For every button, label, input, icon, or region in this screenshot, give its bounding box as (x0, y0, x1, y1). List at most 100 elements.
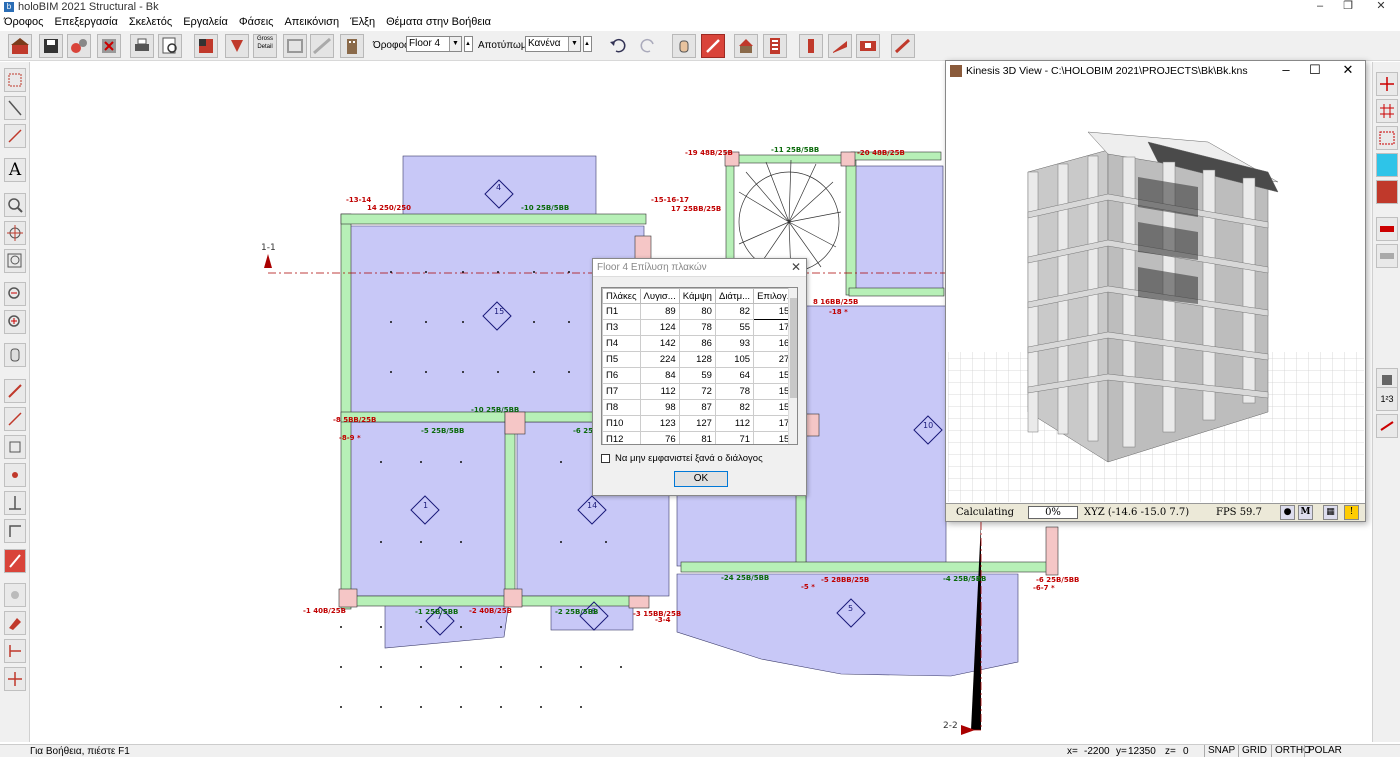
brush-icon[interactable] (4, 549, 26, 573)
calc-icon[interactable] (1376, 217, 1398, 241)
table-row[interactable]: Π8 98 87 82 150 (602, 399, 797, 416)
table-row[interactable]: Π7 112 72 78 150 (602, 383, 797, 400)
table-row[interactable]: Π4 142 86 93 160 (602, 335, 797, 352)
polar-toggle[interactable]: POLAR (1304, 745, 1345, 757)
copy-icon[interactable] (1376, 414, 1398, 438)
svg-text:-15-16-17: -15-16-17 (651, 196, 689, 204)
corner-icon[interactable] (4, 519, 26, 543)
dont-show-again-checkbox[interactable]: Να μην εμφανιστεί ξανά ο διάλογος (601, 453, 763, 464)
section-icon[interactable] (1376, 180, 1398, 204)
draw-rect-icon[interactable] (4, 435, 26, 459)
numbering-icon[interactable]: 1²3 (1376, 387, 1398, 411)
gross-detail-button[interactable]: Gross Detail (253, 34, 277, 58)
house-icon[interactable] (734, 34, 758, 58)
camera-icon[interactable]: ● (1280, 505, 1295, 520)
draw-line-icon[interactable] (4, 379, 26, 403)
zoom-icon[interactable] (4, 193, 26, 217)
grid-scrollbar[interactable] (788, 288, 797, 444)
text-icon[interactable]: A (4, 158, 26, 182)
undo-icon[interactable] (607, 34, 631, 58)
save-icon[interactable] (39, 34, 63, 58)
redo-icon[interactable] (637, 34, 661, 58)
move-icon[interactable] (4, 667, 26, 691)
table-row[interactable]: Π3 124 78 55 170 (602, 319, 797, 336)
zoom-center-icon[interactable] (4, 221, 26, 245)
stairs-icon[interactable] (310, 34, 334, 58)
delete-icon[interactable] (1376, 244, 1398, 268)
col-header-bending[interactable]: Κάμψη (678, 288, 716, 304)
measure-icon[interactable] (4, 639, 26, 663)
multi-grid-icon[interactable] (1376, 99, 1398, 123)
close-project-icon[interactable] (97, 34, 121, 58)
draw-polyline-icon[interactable] (4, 407, 26, 431)
dialog-close-icon[interactable]: ✕ (791, 260, 801, 274)
menu-edit[interactable]: Επεξεργασία (54, 16, 117, 28)
table-row[interactable]: Π10 123 127 112 170 (602, 415, 797, 432)
wall-icon[interactable] (828, 34, 852, 58)
view3d-close-button[interactable]: ✕ (1333, 62, 1363, 78)
select-icon[interactable] (4, 68, 26, 92)
elevation-icon[interactable] (1376, 153, 1398, 177)
pan-hand-icon[interactable] (672, 34, 696, 58)
grid-toggle[interactable]: GRID (1238, 745, 1270, 757)
opening-icon[interactable] (856, 34, 880, 58)
col-header-slabs[interactable]: Πλάκες (602, 288, 641, 304)
col-header-deflection[interactable]: Λυγισ... (639, 288, 680, 304)
light-icon[interactable] (4, 583, 26, 607)
menu-view[interactable]: Απεικόνιση (284, 16, 339, 28)
zoom-out-icon[interactable] (4, 282, 26, 306)
print-preview-icon[interactable] (158, 34, 182, 58)
column-icon[interactable] (799, 34, 823, 58)
tower-icon[interactable] (763, 34, 787, 58)
result-spinner[interactable]: ▲ (583, 36, 592, 52)
menu-skeleton[interactable]: Σκελετός (129, 16, 172, 28)
reinforcement-icon[interactable] (891, 34, 915, 58)
menu-floor[interactable]: Όροφος (4, 16, 43, 28)
menu-checks[interactable]: Έλξη (350, 16, 375, 28)
floor-spinner[interactable]: ▲ (464, 36, 473, 52)
table-row[interactable]: Π1 89 80 82 150 (602, 303, 797, 320)
zoom-in-icon[interactable] (4, 310, 26, 334)
frame-icon[interactable] (283, 34, 307, 58)
slab-tool-icon[interactable] (194, 34, 218, 58)
pencil-icon[interactable] (701, 34, 725, 58)
view3d-maximize-button[interactable]: ☐ (1300, 62, 1330, 78)
line-edit-icon[interactable] (4, 124, 26, 148)
close-button[interactable]: ✕ (1366, 0, 1396, 13)
ok-button[interactable]: OK (674, 471, 728, 487)
floor-select[interactable]: Floor 4 ▼ (406, 36, 462, 52)
settings-icon[interactable] (67, 34, 91, 58)
minimize-button[interactable]: – (1305, 0, 1335, 13)
m-button[interactable]: M (1298, 505, 1313, 520)
pan-icon[interactable] (4, 343, 26, 367)
add-grid-icon[interactable] (1376, 72, 1398, 96)
scrollbar-thumb[interactable] (790, 298, 797, 398)
eraser-icon[interactable] (4, 611, 26, 635)
warning-icon[interactable]: ! (1344, 505, 1359, 520)
result-select[interactable]: Κανένα ▼ (525, 36, 581, 52)
print-icon[interactable] (130, 34, 154, 58)
new-project-icon[interactable] (8, 34, 32, 58)
3d-viewport[interactable] (948, 82, 1364, 502)
beam-tool-icon[interactable] (225, 34, 249, 58)
view3d-minimize-button[interactable]: – (1271, 62, 1301, 77)
snap-icon[interactable] (4, 463, 26, 487)
checkbox-box[interactable] (601, 454, 610, 463)
dimension-icon[interactable] (4, 96, 26, 120)
menu-help[interactable]: Θέματα στην Βοήθεια (386, 16, 491, 28)
slab-results-grid[interactable]: Πλάκες Λυγισ... Κάμψη Διάτμ... Επιλογ...… (601, 287, 798, 445)
dialog-title: Floor 4 Επίλυση πλακών ✕ (593, 259, 806, 277)
rect-select-icon[interactable] (1376, 126, 1398, 150)
menu-phases[interactable]: Φάσεις (239, 16, 274, 28)
table-row[interactable]: Π6 84 59 64 150 (602, 367, 797, 384)
menu-tools[interactable]: Εργαλεία (183, 16, 228, 28)
table-row[interactable]: Π5 224 128 105 270 (602, 351, 797, 368)
col-header-shear[interactable]: Διάτμ... (714, 288, 755, 304)
restore-button[interactable]: ❐ (1333, 0, 1363, 13)
print-3d-icon[interactable]: ▦ (1323, 505, 1338, 520)
building-icon[interactable] (340, 34, 364, 58)
table-row[interactable]: Π12 76 81 71 150 (602, 431, 797, 444)
snap-toggle[interactable]: SNAP (1204, 745, 1238, 757)
perpendicular-icon[interactable] (4, 491, 26, 515)
zoom-window-icon[interactable] (4, 249, 26, 273)
